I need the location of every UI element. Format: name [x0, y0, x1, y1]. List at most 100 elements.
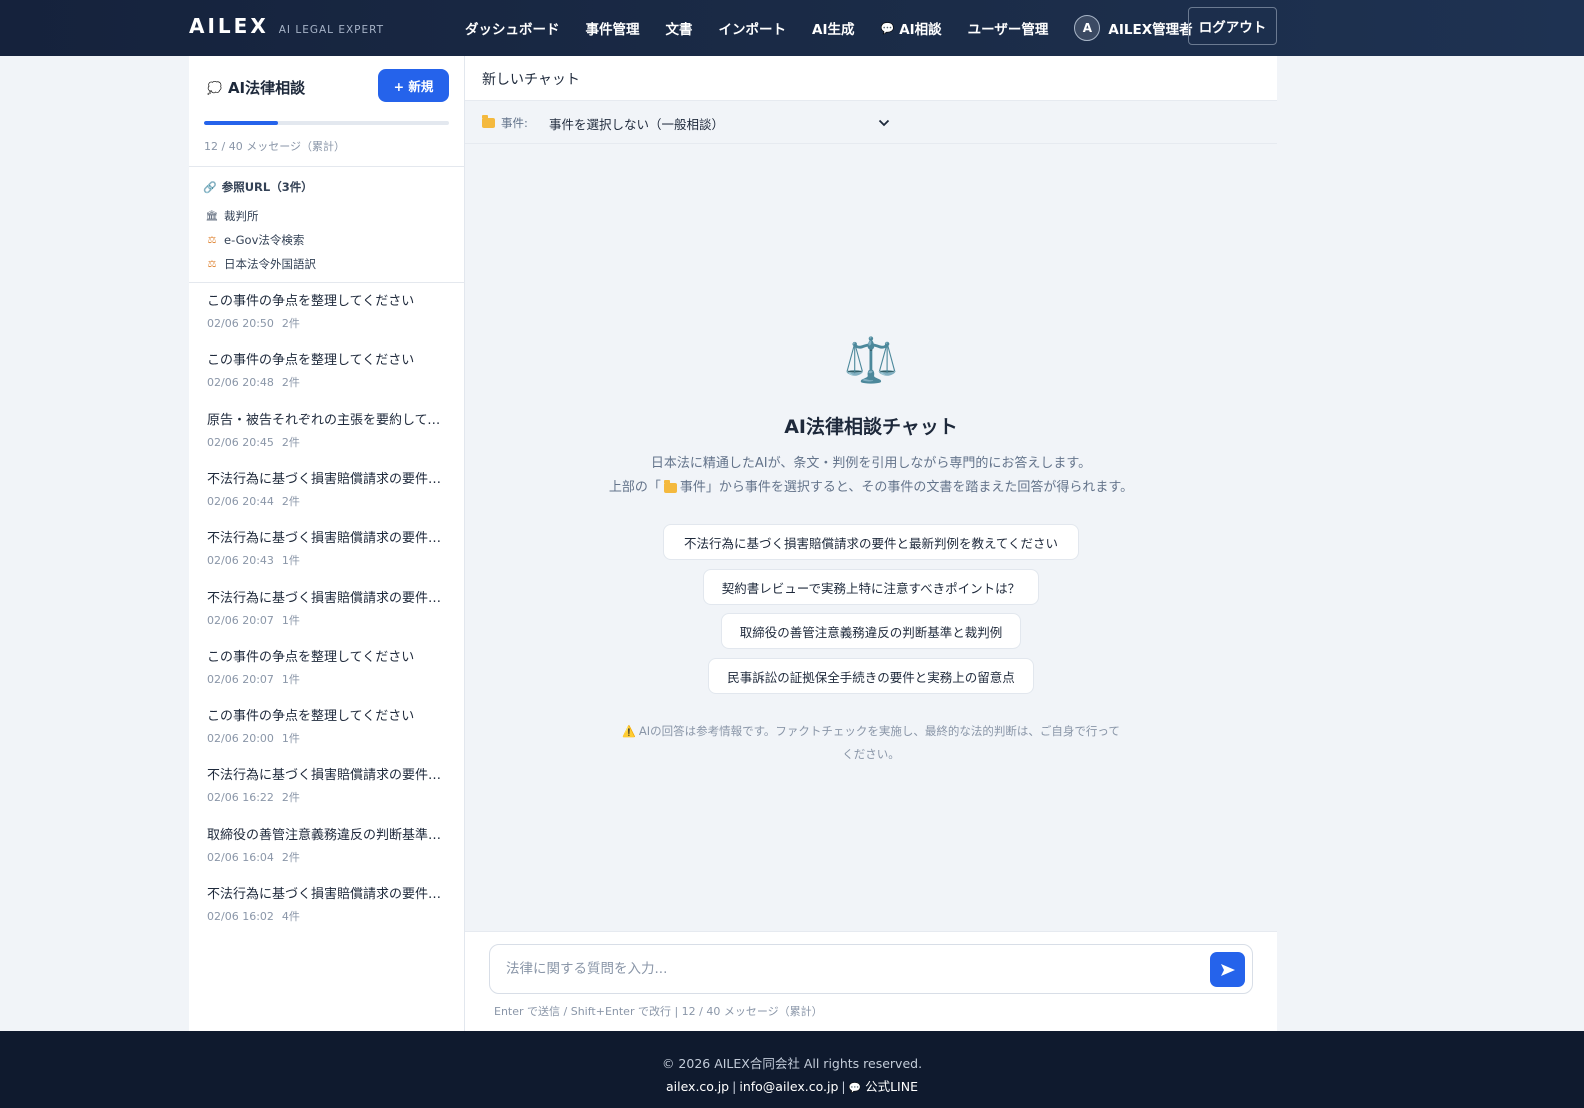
nav-case-management[interactable]: 事件管理 [586, 18, 640, 38]
case-label: 事件: [482, 115, 528, 131]
welcome-line-2-pre: 上部の「 [608, 480, 661, 495]
chat-history-meta: 02/06 16:04 2件 [207, 849, 449, 865]
chat-history-title: 不法行為に基づく損害賠償請求の要件と最新判例を教えてください [207, 768, 449, 784]
chat-history-time: 02/06 16:04 [207, 850, 274, 864]
footer-line-label: 公式LINE [865, 1079, 918, 1094]
avatar: A [1074, 15, 1101, 41]
usage-progress-fill [204, 121, 278, 125]
reference-link-translation[interactable]: ⚖ 日本法令外国語訳 [205, 256, 316, 272]
footer: © 2026 AILEX合同会社 All rights reserved. ai… [0, 1031, 1584, 1108]
chat-history-title: この事件の争点を整理してください [207, 294, 415, 309]
chat-title: 新しいチャット [482, 72, 580, 88]
nav-ai-generation[interactable]: AI生成 [812, 18, 854, 38]
footer-line-link[interactable]: 💬 公式LINE [849, 1079, 918, 1094]
case-select[interactable]: 事件を選択しない（一般相談） [549, 111, 894, 135]
chat-bubble-icon: 💬 [848, 1083, 862, 1094]
chat-history-item[interactable]: 取締役の善管注意義務違反の判断基準と裁判例 02/06 16:04 2件 [207, 827, 449, 879]
reference-link-label: 裁判所 [224, 209, 259, 223]
welcome-line-1: 日本法に精通したAIが、条文・判例を引用しながら専門的にお答えします。 [650, 456, 1092, 471]
chat-history-item[interactable]: 原告・被告それぞれの主張を要約してください 02/06 20:45 2件 [207, 412, 449, 464]
disclaimer: ⚠️ AIの回答は参考情報です。ファクトチェックを実施し、最終的な法的判断は、ご自… [621, 720, 1121, 765]
chat-history-meta: 02/06 20:44 2件 [207, 493, 449, 509]
law-icon: ⚖ [207, 258, 217, 270]
footer-links: ailex.co.jp | info@ailex.co.jp | 💬 公式LINE [0, 1076, 1584, 1095]
usage-progress-bar [204, 121, 449, 125]
reference-link-egov[interactable]: ⚖ e-Gov法令検索 [205, 232, 305, 248]
folder-icon [663, 479, 677, 493]
chat-history-title: この事件の争点を整理してください [207, 649, 415, 665]
chat-history-count: 1件 [281, 672, 300, 686]
suggestion-button[interactable]: 不法行為に基づく損害賠償請求の要件と最新判例を教えてください [663, 524, 1079, 560]
user-name: AILEX管理者 [1108, 22, 1193, 38]
suggestion-button[interactable]: 契約書レビューで実務上特に注意すべきポイントは？ [703, 569, 1039, 605]
nav-dashboard[interactable]: ダッシュボード [465, 18, 560, 38]
logout-button[interactable]: ログアウト [1188, 7, 1277, 45]
footer-email-link[interactable]: info@ailex.co.jp [739, 1079, 838, 1094]
sidebar-title-label: AI法律相談 [227, 79, 306, 97]
speech-bubble-icon: 💭 [207, 80, 222, 95]
chat-history-item[interactable]: この事件の争点を整理してください 02/06 20:00 1件 [207, 708, 449, 760]
send-icon [1220, 963, 1235, 976]
chat-history-item[interactable]: 不法行為に基づく損害賠償請求の要件と最新判例を教えてください 02/06 20:4… [207, 530, 449, 582]
chat-history-item[interactable]: この事件の争点を整理してください 02/06 20:48 2件 [207, 352, 449, 404]
chat-panel: 新しいチャット 事件: 事件を選択しない（一般相談） ⚖️ AI法律相談チャット… [465, 56, 1277, 1031]
main-nav: ダッシュボード 事件管理 文書 インポート AI生成 💬 AI相談 ユーザー管理… [465, 0, 1207, 56]
user-menu[interactable]: A AILEX管理者 [1074, 15, 1193, 41]
brand-logo[interactable]: AILEX [189, 14, 269, 38]
law-icon: ⚖ [207, 234, 217, 246]
footer-site-link[interactable]: ailex.co.jp [666, 1079, 729, 1094]
nav-import[interactable]: インポート [719, 18, 787, 38]
chat-input[interactable] [506, 945, 1196, 993]
chat-history-item[interactable]: 不法行為に基づく損害賠償請求の要件と最新判例を教えてください 02/06 16:2… [207, 767, 449, 819]
reference-link-label: 日本法令外国語訳 [224, 257, 316, 271]
case-select-value: 事件を選択しない（一般相談） [549, 116, 725, 132]
send-button[interactable] [1210, 952, 1245, 987]
new-chat-button[interactable]: + 新規 [378, 69, 449, 102]
chat-history-item[interactable]: 不法行為に基づく損害賠償請求の要件と最新判例を教えてください 02/06 16:0… [207, 886, 449, 938]
reference-urls: 🔗 参照URL（3件） 🏛 裁判所 ⚖ e-Gov法令検索 ⚖ 日本法令外国語訳 [189, 167, 465, 283]
chat-history-title: この事件の争点を整理してください [207, 709, 415, 725]
welcome-line-2-rest: 事件」から事件を選択すると、その事件の文書を踏まえた回答が得られます。 [679, 480, 1134, 495]
suggestion-button[interactable]: 民事訴訟の証拠保全手続きの要件と実務上の留意点 [708, 658, 1034, 694]
chat-history-item[interactable]: 不法行為に基づく損害賠償請求の要件と最新判例を教えてください 02/06 20:0… [207, 590, 449, 642]
chat-history-title: 不法行為に基づく損害賠償請求の要件と最新判例を教えてください [207, 531, 449, 547]
chat-history-meta: 02/06 20:07 1件 [207, 612, 449, 628]
chat-history-item[interactable]: 不法行為に基づく損害賠償請求の要件と最新判例を教えてください 02/06 20:4… [207, 471, 449, 523]
chat-history-time: 02/06 20:43 [207, 554, 274, 568]
nav-documents[interactable]: 文書 [666, 18, 693, 38]
chat-history-count: 2件 [281, 317, 300, 330]
divider [189, 282, 465, 283]
chat-history-count: 4件 [281, 910, 300, 923]
chat-history-count: 2件 [281, 791, 300, 805]
sidebar-title: 💭 AI法律相談 [207, 77, 305, 98]
brand[interactable]: AILEX AI LEGAL EXPERT [189, 14, 384, 38]
nav-ai-consult-label: AI相談 [899, 22, 942, 38]
disclaimer-text: AIの回答は参考情報です。ファクトチェックを実施し、最終的な法的判断は、ご自身で… [638, 724, 1120, 761]
chat-history-count: 2件 [281, 435, 300, 449]
chat-history-time: 02/06 20:07 [207, 613, 274, 627]
chat-history-title: 原告・被告それぞれの主張を要約してください [207, 412, 449, 428]
chat-history-item[interactable]: この事件の争点を整理してください 02/06 20:50 2件 [207, 293, 449, 345]
chat-history-title: 不法行為に基づく損害賠償請求の要件と最新判例を教えてください [207, 471, 449, 487]
reference-urls-title: 🔗 参照URL（3件） [203, 179, 313, 195]
reference-link-court[interactable]: 🏛 裁判所 [205, 208, 259, 224]
chat-history-item[interactable]: この事件の争点を整理してください 02/06 20:07 1件 [207, 649, 449, 701]
chat-history-count: 1件 [281, 554, 300, 568]
chat-history-meta: 02/06 20:07 1件 [207, 671, 449, 687]
chat-history-time: 02/06 16:22 [207, 791, 274, 805]
nav-ai-consult[interactable]: 💬 AI相談 [880, 18, 942, 39]
chat-history-meta: 02/06 16:22 2件 [207, 789, 449, 805]
nav-user-management[interactable]: ユーザー管理 [968, 18, 1049, 38]
suggestion-button[interactable]: 取締役の善管注意義務違反の判断基準と裁判例 [721, 613, 1021, 649]
chat-history-count: 2件 [281, 850, 300, 864]
reference-link-label: e-Gov法令検索 [224, 233, 305, 247]
footer-separator: | [841, 1079, 846, 1094]
chat-history-count: 2件 [281, 376, 300, 390]
case-selector-bar: 事件: 事件を選択しない（一般相談） [465, 101, 1277, 144]
welcome-line-2: 上部の「 事件」から事件を選択すると、その事件の文書を踏まえた回答が得られます。 [465, 476, 1277, 500]
court-icon: 🏛 [205, 210, 219, 222]
reference-urls-label: 参照URL（3件） [221, 180, 313, 194]
chat-history-time: 02/06 20:45 [207, 435, 274, 449]
chat-header: 新しいチャット [465, 56, 1277, 101]
chat-history-time: 02/06 16:02 [207, 910, 274, 923]
